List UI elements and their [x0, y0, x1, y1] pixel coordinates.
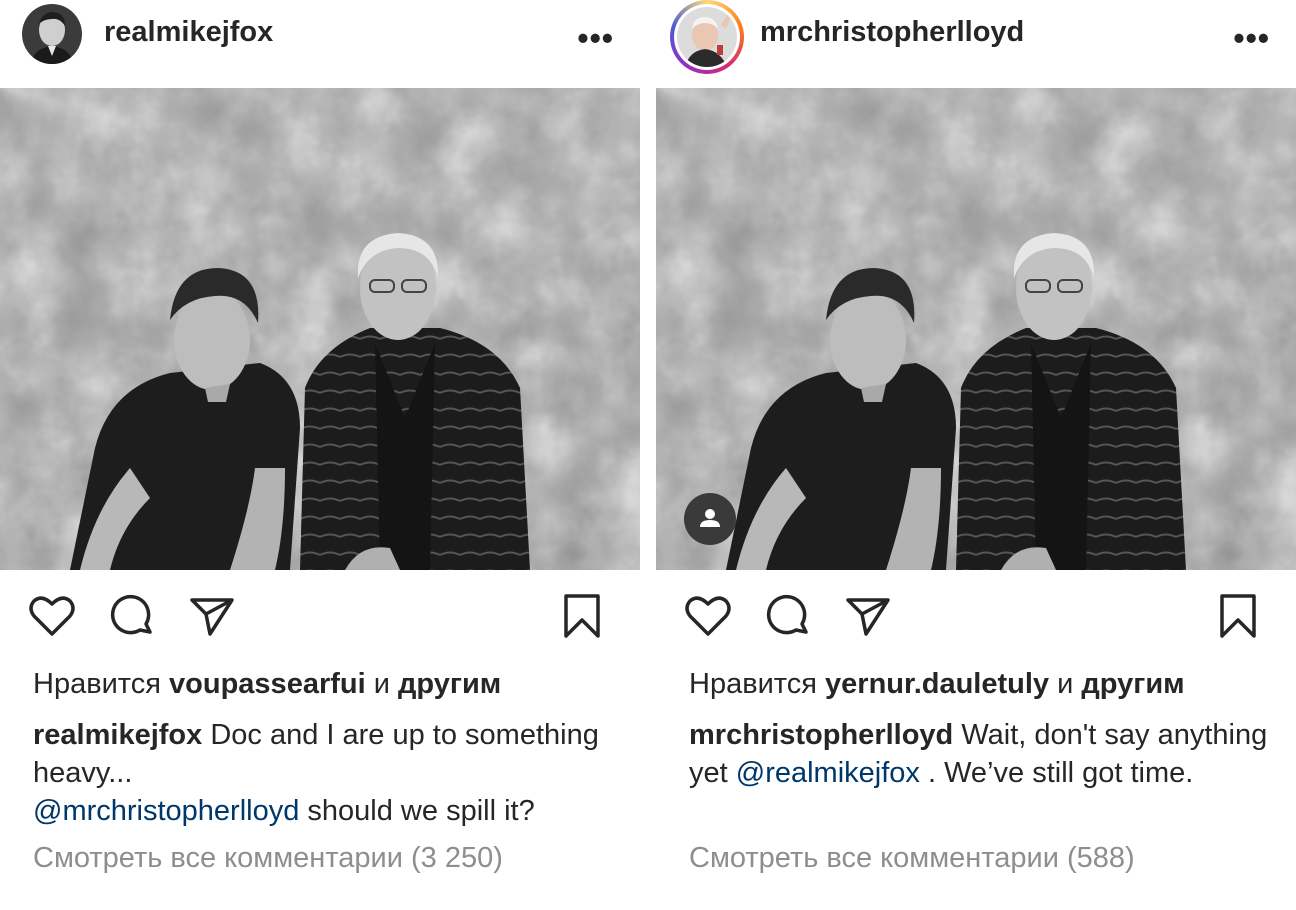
caption-username[interactable]: realmikejfox [33, 719, 202, 751]
more-icon[interactable]: ••• [1233, 20, 1270, 57]
share-icon[interactable] [842, 590, 894, 642]
bookmark-icon[interactable] [1212, 590, 1264, 642]
post-header: mrchristopherlloyd ••• [656, 0, 1296, 88]
avatar[interactable] [677, 7, 737, 67]
comment-icon[interactable] [762, 590, 814, 642]
likes-line: Нравится yernur.dauletuly и другим [689, 668, 1185, 701]
more-icon[interactable]: ••• [577, 20, 614, 57]
username[interactable]: realmikejfox [104, 16, 273, 49]
post-photo[interactable] [0, 88, 640, 570]
likes-user[interactable]: voupassearfui [169, 668, 366, 700]
likes-prefix: Нравится [33, 668, 161, 700]
likes-and: и [1057, 668, 1074, 700]
caption-text-end: . We’ve still got time. [927, 757, 1194, 789]
caption-mention[interactable]: @realmikejfox [736, 757, 920, 789]
action-bar [656, 590, 1296, 646]
caption: realmikejfox Doc and I are up to somethi… [33, 716, 623, 830]
comment-icon[interactable] [106, 590, 158, 642]
caption-username[interactable]: mrchristopherlloyd [689, 719, 953, 751]
caption: mrchristopherlloyd Wait, don't say anyth… [689, 716, 1279, 792]
likes-others[interactable]: другим [398, 668, 501, 700]
caption-mention[interactable]: @mrchristopherlloyd [33, 795, 299, 827]
user-tag-button[interactable] [684, 493, 736, 545]
likes-user[interactable]: yernur.dauletuly [825, 668, 1049, 700]
view-comments-link[interactable]: Смотреть все комментарии (3 250) [33, 842, 503, 875]
post-realmikejfox: realmikejfox ••• Нравится voupassearfui … [0, 0, 640, 910]
story-ring[interactable] [670, 0, 744, 74]
likes-line: Нравится voupassearfui и другим [33, 668, 501, 701]
post-mrchristopherlloyd: mrchristopherlloyd ••• Нравится yernur.d… [656, 0, 1296, 910]
likes-and: и [373, 668, 390, 700]
username[interactable]: mrchristopherlloyd [760, 16, 1024, 49]
view-comments-link[interactable]: Смотреть все комментарии (588) [689, 842, 1135, 875]
heart-icon[interactable] [682, 590, 734, 642]
likes-prefix: Нравится [689, 668, 817, 700]
heart-icon[interactable] [26, 590, 78, 642]
share-icon[interactable] [186, 590, 238, 642]
avatar[interactable] [22, 4, 82, 64]
user-tag-icon [700, 509, 720, 527]
likes-others[interactable]: другим [1081, 668, 1184, 700]
post-header: realmikejfox ••• [0, 0, 640, 88]
action-bar [0, 590, 640, 646]
post-photo[interactable] [656, 88, 1296, 570]
bookmark-icon[interactable] [556, 590, 608, 642]
caption-text-end: should we spill it? [307, 795, 535, 827]
